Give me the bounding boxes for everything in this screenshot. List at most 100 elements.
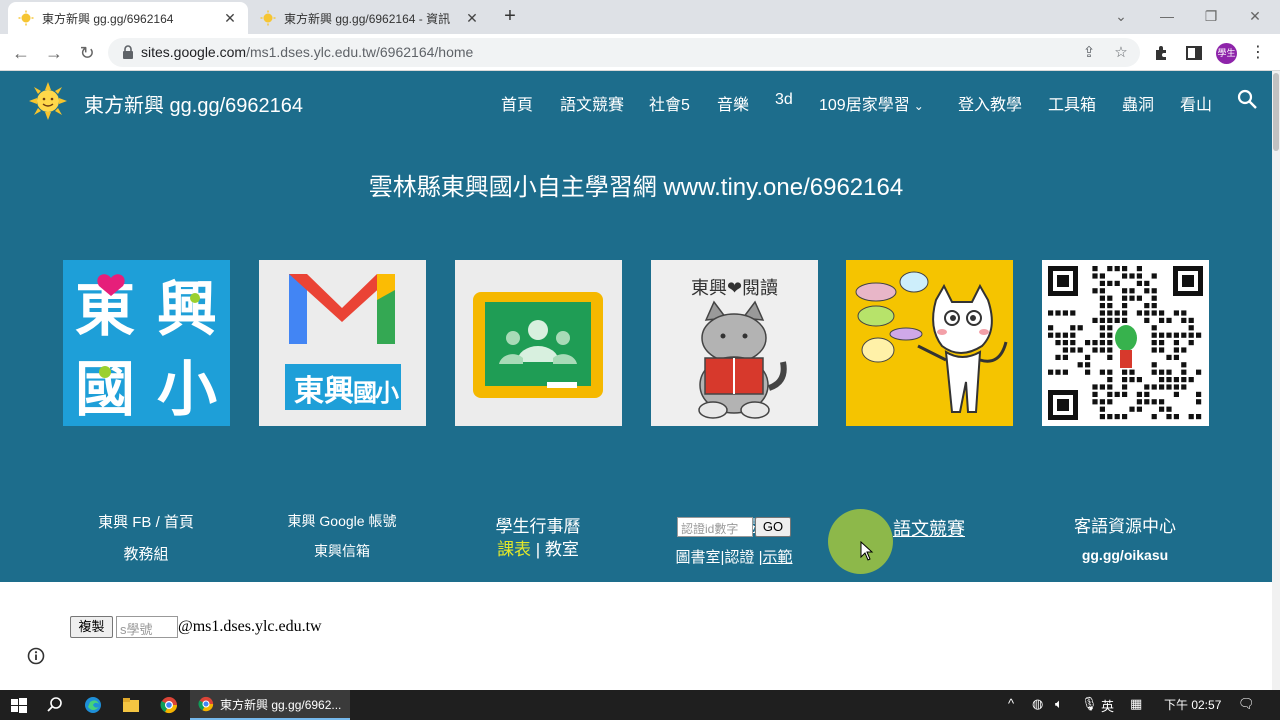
address-bar[interactable]: sites.google.com/ms1.dses.ylc.edu.tw/696… — [108, 38, 1140, 67]
nav-social5[interactable]: 社會5 — [649, 91, 690, 115]
sun-favicon-icon — [260, 10, 276, 26]
nav-home-learning[interactable]: 109居家學習 ⌄ — [819, 91, 924, 115]
tray-usb-icon[interactable]: ◍ — [1032, 696, 1043, 712]
chrome-icon[interactable] — [160, 693, 178, 717]
reading-cat-icon — [698, 300, 787, 419]
page-scrollbar[interactable] — [1272, 71, 1280, 690]
forward-icon[interactable]: → — [41, 40, 67, 66]
page-headline: 雲林縣東興國小自主學習網 www.tiny.one/6962164 — [368, 174, 904, 201]
school-fb-tile[interactable]: 東 興 國 小 — [63, 260, 230, 426]
logo-char: 小 — [375, 379, 399, 407]
google-account-tile[interactable]: 東 興 國 小 — [259, 260, 426, 426]
taskbar-active-window[interactable]: 東方新興 gg.gg/6962... — [190, 690, 350, 720]
taskbar-search-icon[interactable] — [46, 693, 64, 717]
cartoon-cat-icon — [855, 271, 1008, 413]
email-domain-text: @ms1.dses.ylc.edu.tw — [178, 618, 322, 635]
taskbar-window-title: 東方新興 gg.gg/6962... — [220, 697, 342, 712]
file-explorer-icon[interactable] — [122, 693, 140, 717]
nav-login-guide[interactable]: 登入教學 — [958, 91, 1022, 115]
school-fb-link[interactable]: 東興 FB / 首頁 — [46, 511, 246, 532]
windows-start-icon[interactable] — [10, 693, 28, 717]
search-icon[interactable] — [1236, 88, 1258, 110]
windows-taskbar: 東方新興 gg.gg/6962... ^ ◍ 🔈︎ 🎙︎ 英 ▦ 下午 02:5… — [0, 690, 1280, 720]
logo-char: 國 — [75, 355, 135, 425]
timetable-link[interactable]: 課表 — [497, 540, 531, 559]
school-mail-link[interactable]: 東興信箱 — [242, 541, 442, 561]
google-classroom-icon — [473, 292, 603, 398]
language-contest-tile[interactable] — [846, 260, 1013, 426]
notification-icon[interactable]: 🗨︎ — [1238, 696, 1255, 712]
academic-affairs-link[interactable]: 教務組 — [46, 543, 246, 564]
calendar-tile[interactable] — [455, 260, 622, 426]
nav-home-learning-label: 109居家學習 — [819, 97, 910, 114]
logo-char: 興 — [324, 374, 354, 409]
browser-tab-2-title: 東方新興 gg.gg/6962164 - 資訊 — [284, 11, 451, 26]
browser-toolbar: ← → ↻ sites.google.com/ms1.dses.ylc.edu.… — [0, 34, 1280, 71]
restore-icon[interactable]: ❐ — [1188, 4, 1234, 28]
chevron-down-icon: ⌄ — [913, 99, 924, 113]
qr-code-icon — [1048, 266, 1203, 420]
extensions-puzzle-icon[interactable] — [1152, 43, 1172, 63]
link-separator: | — [531, 540, 545, 559]
google-account-link[interactable]: 東興 Google 帳號 — [242, 511, 442, 531]
copy-button[interactable]: 複製 — [70, 616, 113, 638]
lock-icon — [123, 45, 133, 59]
library-link[interactable]: 圖書室 — [675, 549, 720, 566]
tray-chevron-up-icon[interactable]: ^ — [1008, 696, 1014, 711]
certification-id-input[interactable]: 認證id數字 — [677, 517, 753, 537]
tab-search-chevron-icon[interactable]: ⌄ — [1098, 4, 1144, 28]
side-panel-icon[interactable] — [1184, 43, 1204, 63]
classroom-link[interactable]: 教室 — [545, 540, 579, 559]
go-button[interactable]: GO — [755, 517, 791, 537]
volume-icon[interactable]: 🔈︎ — [1055, 696, 1063, 712]
keyboard-icon[interactable]: ▦ — [1130, 696, 1142, 712]
nav-music[interactable]: 音樂 — [717, 91, 749, 115]
site-hero: 東方新興 gg.gg/6962164 首頁 語文競賽 社會5 音樂 3d 109… — [0, 71, 1272, 582]
ime-indicator[interactable]: 英 — [1101, 696, 1114, 715]
browser-tab-2[interactable]: 東方新興 gg.gg/6962164 - 資訊 ✕ — [250, 2, 490, 34]
minimize-icon[interactable]: — — [1144, 4, 1190, 28]
nav-mountain[interactable]: 看山 — [1180, 91, 1212, 115]
close-tab-icon[interactable]: ✕ — [464, 10, 480, 27]
scrollbar-thumb[interactable] — [1273, 73, 1279, 151]
profile-avatar[interactable]: 學生 — [1216, 43, 1237, 64]
chrome-icon — [198, 696, 214, 712]
mouse-pointer-icon — [860, 541, 874, 561]
hakka-resource-link[interactable]: 客語資源中心 — [1025, 512, 1225, 537]
close-window-icon[interactable]: ✕ — [1232, 4, 1278, 28]
chrome-menu-icon[interactable]: ⋮ — [1248, 43, 1268, 63]
new-tab-button[interactable]: + — [498, 5, 522, 29]
taskbar-clock[interactable]: 下午 02:57 — [1164, 696, 1221, 713]
browser-tab-strip: 東方新興 gg.gg/6962164 ✕ 東方新興 gg.gg/6962164 … — [0, 0, 1280, 34]
microphone-icon[interactable]: 🎙︎ — [1081, 696, 1098, 712]
reading-tile[interactable]: 東興❤閱讀 — [651, 260, 818, 426]
info-icon[interactable] — [27, 647, 45, 665]
logo-char: 國 — [353, 379, 377, 407]
nav-language-contest[interactable]: 語文競賽 — [560, 91, 624, 115]
browser-tab-1-title: 東方新興 gg.gg/6962164 — [42, 11, 174, 26]
nav-wormhole[interactable]: 蟲洞 — [1122, 91, 1154, 115]
school-logo-icon: 東 興 國 小 — [75, 274, 217, 425]
share-icon[interactable]: ⇪ — [1080, 44, 1098, 62]
nav-toolbox[interactable]: 工具箱 — [1048, 91, 1096, 115]
schedule-links: 課表 | 教室 — [438, 535, 638, 560]
certify-link[interactable]: 認證 — [724, 549, 754, 566]
reading-sub-links: 圖書室|認證 |示範 — [675, 549, 793, 566]
reload-icon[interactable]: ↻ — [74, 40, 100, 66]
site-title[interactable]: 東方新興 gg.gg/6962164 — [84, 89, 303, 118]
hakka-short-url[interactable]: gg.gg/oikasu — [1025, 547, 1225, 563]
student-id-input[interactable]: s學號 — [116, 616, 178, 638]
edge-browser-icon[interactable] — [84, 693, 102, 717]
nav-home[interactable]: 首頁 — [501, 91, 533, 115]
demo-link[interactable]: 示範 — [763, 549, 793, 566]
student-calendar-link[interactable]: 學生行事曆 — [438, 512, 638, 537]
back-icon[interactable]: ← — [8, 40, 34, 66]
gmail-icon: 東 興 國 小 — [285, 274, 401, 410]
browser-tab-1[interactable]: 東方新興 gg.gg/6962164 ✕ — [8, 2, 248, 34]
hakka-qr-tile[interactable] — [1042, 260, 1209, 426]
sun-favicon-icon — [18, 10, 34, 26]
nav-3d[interactable]: 3d — [775, 91, 793, 109]
bookmark-star-icon[interactable]: ☆ — [1112, 44, 1130, 62]
sun-logo-icon[interactable] — [28, 81, 68, 121]
close-tab-icon[interactable]: ✕ — [222, 10, 238, 27]
